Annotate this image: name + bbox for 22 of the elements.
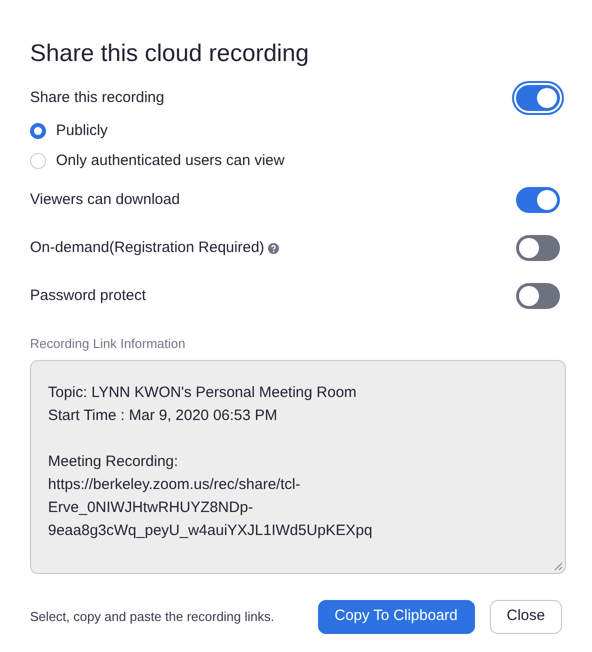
link-text-area[interactable]: Topic: LYNN KWON's Personal Meeting Room Start Time : Mar 9, 2020 06:53 PM Meeting Recording: https://berkeley.zoom.us/rec/share/tcl- Erve_0NIWJHtwRHUYZ8NDp- 9eaa8g3cWq_peyU_w4auiYXJL1IWd5UpKEXpq [30,360,566,574]
copy-button[interactable]: Copy To Clipboard [318,600,475,634]
toggle-switch[interactable] [516,187,560,213]
hint-text: Select, copy and paste the recording links. [30,608,274,626]
dialog-title: Share this cloud recording [30,39,310,69]
radio-button[interactable] [30,123,46,139]
radio-button[interactable] [30,153,46,169]
setting-label: Share this recording [30,88,164,108]
radio-label: Publicly [56,120,108,141]
help-icon[interactable] [268,242,280,254]
resize-handle-icon[interactable] [553,560,563,570]
section-label: Recording Link Information [30,335,186,353]
toggle-switch[interactable] [516,85,560,111]
setting-label: Viewers can download [30,190,180,210]
radio-label: Only authenticated users can view [56,150,284,171]
close-button[interactable]: Close [490,600,562,634]
setting-label: On-demand(Registration Required) [30,238,264,258]
link-info-text: Topic: LYNN KWON's Personal Meeting Room Start Time : Mar 9, 2020 06:53 PM [48,382,357,426]
toggle-switch[interactable] [516,283,560,309]
link-info-text: Meeting Recording: https://berkeley.zoom.us/rec/share/tcl- Erve_0NIWJHtwRHUYZ8NDp- 9eaa8g3cWq_peyU_w4auiYXJL1IWd5UpKEXpq [48,452,372,540]
setting-label: Password protect [30,286,146,306]
toggle-switch[interactable] [516,235,560,261]
